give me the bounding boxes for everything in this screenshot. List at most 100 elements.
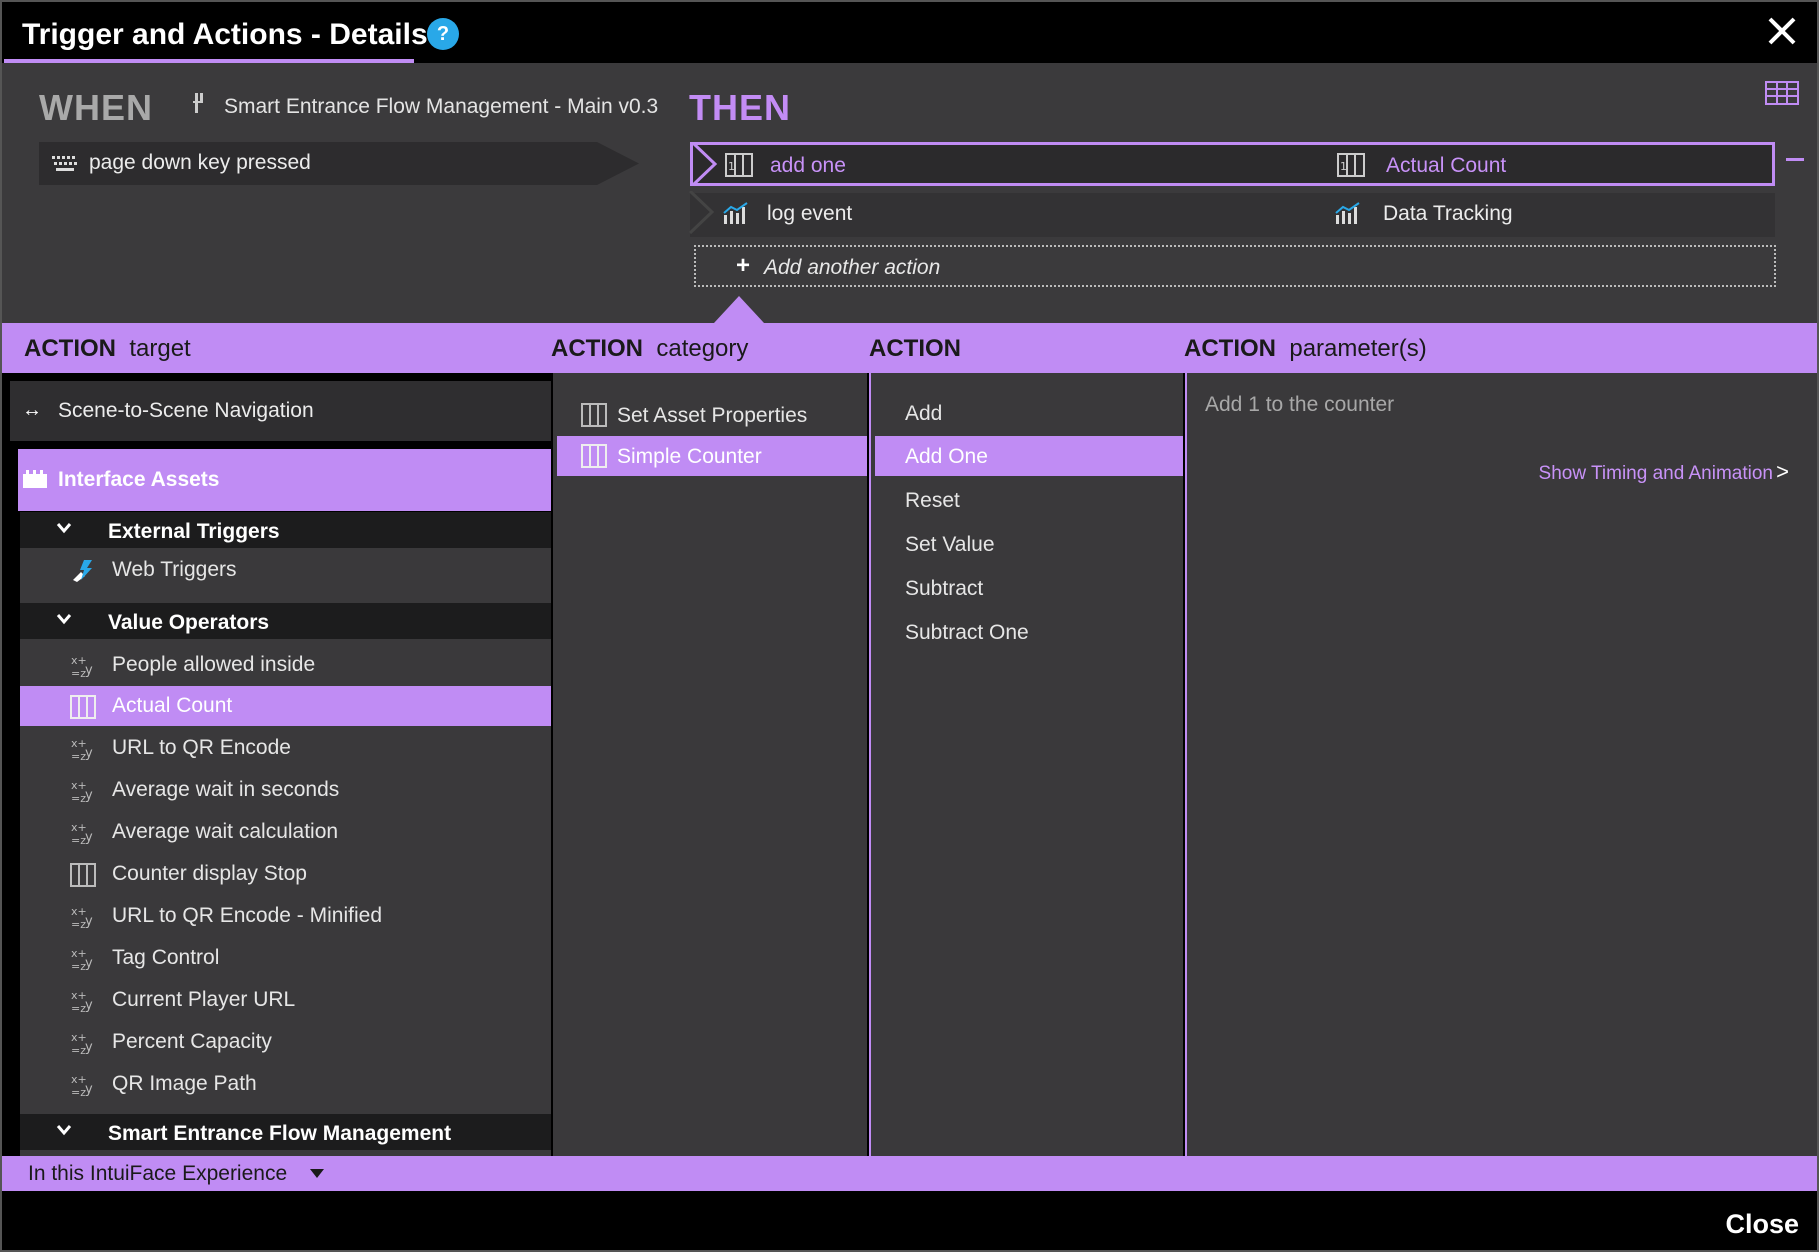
target-tag-control[interactable]: x+ =z y Tag Control: [20, 938, 551, 978]
variable-icon: x+=z y: [71, 654, 93, 679]
interface-assets-label: Interface Assets: [58, 468, 220, 491]
counter-icon: 1: [1337, 153, 1365, 177]
chart-icon: [723, 202, 748, 224]
svg-text:=z: =z: [71, 750, 86, 762]
row-chevron-icon: [691, 143, 718, 187]
trigger-label: page down key pressed: [89, 151, 311, 174]
target-label: Actual Count: [112, 694, 233, 717]
row-chevron-icon: [688, 191, 715, 235]
target-web-triggers[interactable]: Web Triggers: [20, 550, 551, 590]
action-reset[interactable]: Reset: [875, 480, 1183, 520]
chevron-right-icon[interactable]: >: [1776, 459, 1789, 485]
target-qr-image-path[interactable]: x+ =z y QR Image Path: [20, 1064, 551, 1104]
target-percent-capacity[interactable]: x+ =z y Percent Capacity: [20, 1022, 551, 1062]
action-category-panel: Set Asset Properties Simple Counter: [553, 373, 867, 1156]
scene-navigation-item[interactable]: ↔ Scene-to-Scene Navigation: [10, 381, 551, 441]
close-icon[interactable]: [1765, 14, 1799, 48]
target-url-qr-minified[interactable]: x+ =z y URL to QR Encode - Minified: [20, 896, 551, 936]
header-action-target: ACTION target: [24, 335, 191, 362]
svg-text:y: y: [85, 956, 93, 971]
target-counter-display-stop[interactable]: Counter display Stop: [20, 854, 551, 894]
trigger-row[interactable]: page down key pressed: [39, 142, 639, 185]
interface-assets-icon: [23, 470, 47, 488]
target-actual-count[interactable]: Actual Count: [20, 686, 551, 726]
scope-label: In this IntuiFace Experience: [28, 1162, 288, 1185]
svg-text:y: y: [85, 788, 93, 803]
trigger-actions-dialog: Trigger and Actions - Details ? WHEN Sma…: [0, 0, 1819, 1252]
target-average-wait-calculation[interactable]: x+ =z y Average wait calculation: [20, 812, 551, 852]
target-label: Average wait calculation: [112, 820, 339, 843]
dialog-title: Trigger and Actions - Details: [22, 18, 428, 51]
target-label: Percent Capacity: [112, 1030, 272, 1053]
svg-text:1: 1: [728, 160, 735, 173]
action-label: Add: [905, 402, 943, 425]
counter-icon: [581, 444, 607, 468]
variable-icon: x+=z y: [71, 821, 93, 846]
action-parameters-panel: Add 1 to the counter Show Timing and Ani…: [1185, 373, 1817, 1156]
help-icon[interactable]: ?: [427, 18, 459, 50]
when-then-section: WHEN Smart Entrance Flow Management - Ma…: [2, 63, 1817, 323]
chevron-down-icon: [56, 1120, 72, 1141]
action-subtract[interactable]: Subtract: [875, 568, 1183, 608]
variable-icon: x+=z y: [71, 737, 93, 762]
target-label: Web Triggers: [112, 558, 237, 581]
group-label: External Triggers: [108, 520, 280, 543]
svg-text:=z: =z: [71, 667, 86, 679]
web-trigger-icon: [73, 560, 92, 582]
title-bar: Trigger and Actions - Details ?: [2, 2, 1817, 63]
remove-action-button[interactable]: [1786, 158, 1804, 161]
action-subtract-one[interactable]: Subtract One: [875, 612, 1183, 652]
svg-text:=z: =z: [71, 834, 86, 846]
target-average-wait-seconds[interactable]: x+ =z y Average wait in seconds: [20, 770, 551, 810]
action-add[interactable]: Add: [875, 393, 1183, 433]
group-smart-entrance[interactable]: Smart Entrance Flow Management: [20, 1114, 551, 1150]
target-label: Counter display Stop: [112, 862, 307, 885]
target-label: QR Image Path: [112, 1072, 257, 1095]
when-source-label: Smart Entrance Flow Management - Main v0…: [224, 95, 659, 118]
nav-item-label: Scene-to-Scene Navigation: [58, 399, 314, 422]
scope-selector[interactable]: In this IntuiFace Experience: [2, 1156, 1817, 1191]
target-label: Tag Control: [112, 946, 220, 969]
group-external-triggers[interactable]: External Triggers: [20, 512, 551, 548]
add-another-action-button[interactable]: + Add another action: [694, 245, 1776, 287]
svg-text:y: y: [85, 746, 93, 761]
variable-icon: x+=z y: [71, 1073, 93, 1098]
keyboard-icon: [51, 154, 79, 172]
action-label: Subtract: [905, 577, 984, 600]
then-action-add-one[interactable]: 1 add one 1 Actual Count: [690, 142, 1775, 187]
svg-text:y: y: [85, 830, 93, 845]
arrows-icon: ↔: [22, 399, 42, 421]
category-simple-counter[interactable]: Simple Counter: [557, 436, 867, 476]
svg-text:=z: =z: [71, 918, 86, 930]
group-value-operators[interactable]: Value Operators: [20, 603, 551, 639]
target-url-to-qr-encode[interactable]: x+ =z y URL to QR Encode: [20, 728, 551, 768]
svg-text:y: y: [85, 663, 93, 678]
target-people-allowed-inside[interactable]: x+ =z y People allowed inside: [20, 645, 551, 685]
table-view-icon[interactable]: [1765, 81, 1799, 105]
action-label: Reset: [905, 489, 960, 512]
target-label: URL to QR Encode - Minified: [112, 904, 382, 927]
svg-text:=z: =z: [71, 1002, 86, 1014]
svg-text:=z: =z: [71, 1086, 86, 1098]
close-button[interactable]: Close: [1725, 1209, 1799, 1240]
show-timing-animation-link[interactable]: Show Timing and Animation: [1539, 463, 1773, 485]
action-add-one[interactable]: Add One: [875, 436, 1183, 476]
target-current-player-url[interactable]: x+ =z y Current Player URL: [20, 980, 551, 1020]
svg-text:=z: =z: [71, 792, 86, 804]
variable-icon: x+=z y: [71, 779, 93, 804]
target-label: URL to QR Encode: [112, 736, 291, 759]
selection-pointer: [714, 296, 764, 323]
category-label: Simple Counter: [617, 445, 762, 468]
svg-text:=z: =z: [71, 1044, 86, 1056]
header-action-category: ACTION category: [551, 335, 749, 362]
action-target-panel: ↔ Scene-to-Scene Navigation Interface As…: [6, 373, 551, 1156]
category-set-asset-properties[interactable]: Set Asset Properties: [557, 395, 867, 435]
interface-assets-item[interactable]: Interface Assets: [18, 449, 551, 511]
dropdown-arrow-icon[interactable]: [310, 1169, 324, 1178]
svg-text:y: y: [85, 1082, 93, 1097]
chevron-down-icon: [56, 609, 72, 630]
then-action-log-event[interactable]: log event Data Tracking: [688, 191, 1775, 237]
action-set-value[interactable]: Set Value: [875, 524, 1183, 564]
counter-icon: 1: [725, 153, 753, 177]
chevron-down-icon: [56, 518, 72, 539]
